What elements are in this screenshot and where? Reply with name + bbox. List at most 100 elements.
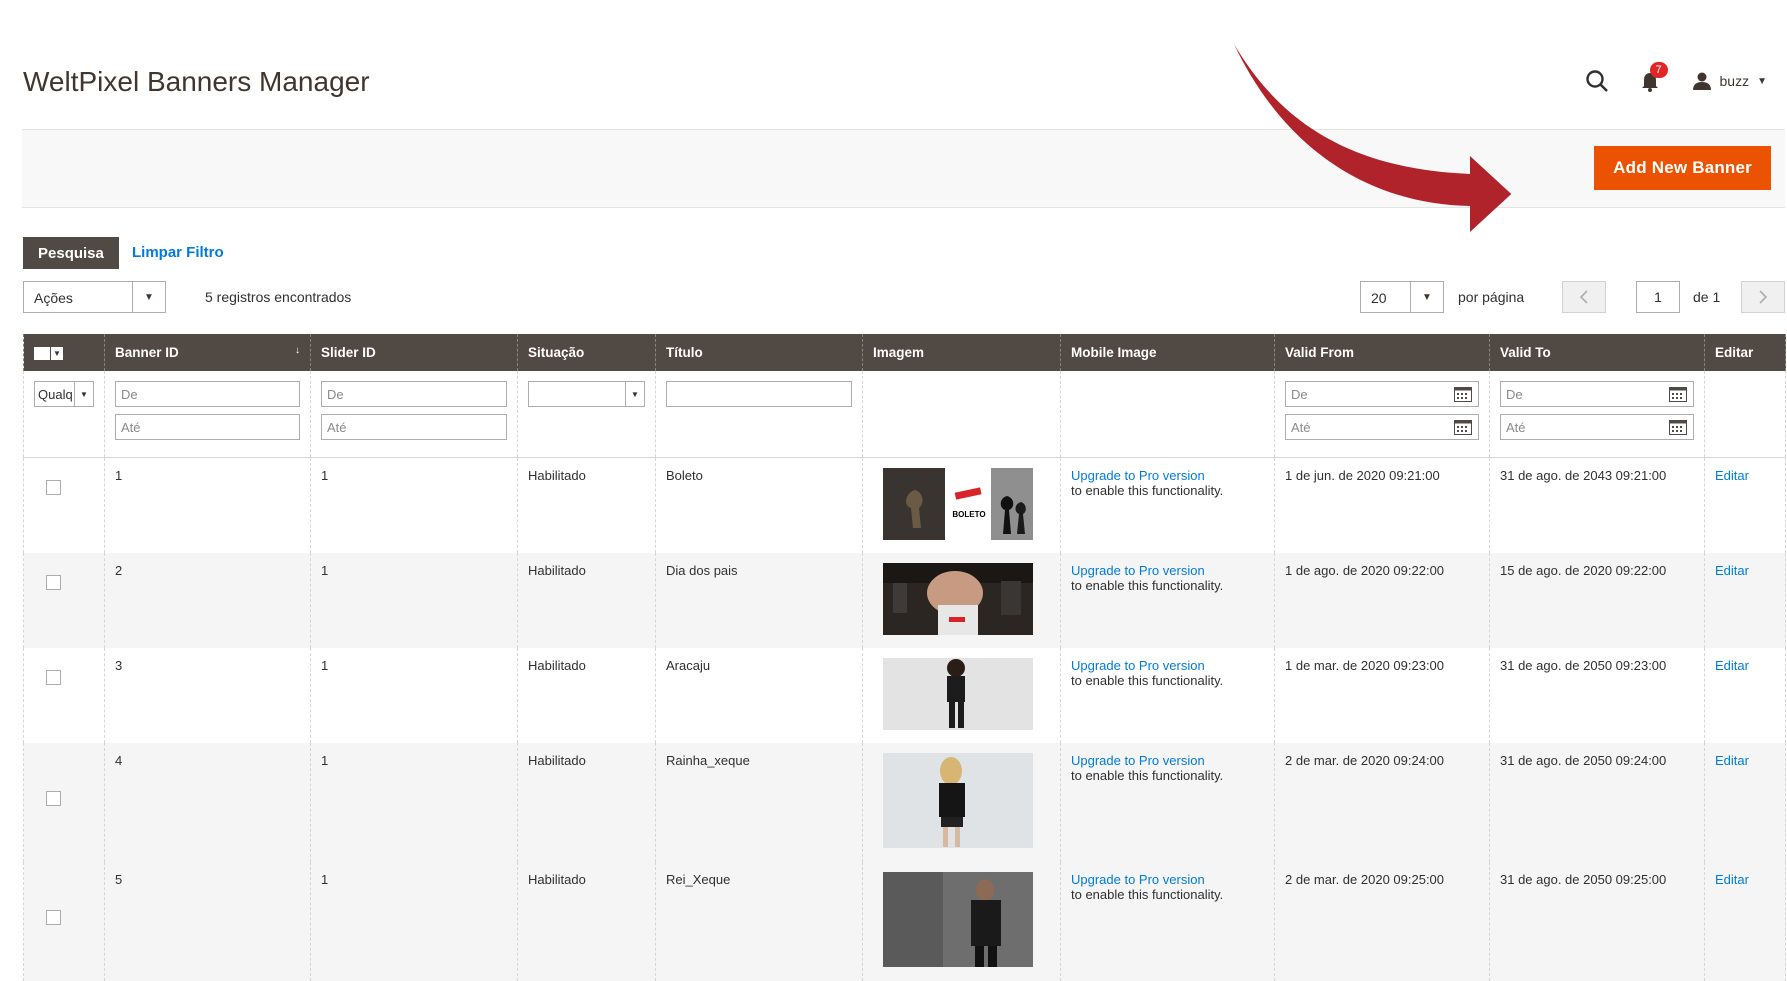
column-banner-id[interactable]: Banner ID ↓: [104, 334, 311, 371]
upgrade-pro-link[interactable]: Upgrade to Pro version: [1071, 872, 1205, 887]
page-title: WeltPixel Banners Manager: [23, 66, 370, 97]
valid-to-start-input[interactable]: De: [1500, 381, 1694, 407]
notifications-button[interactable]: 7: [1638, 62, 1668, 94]
chevron-down-icon[interactable]: ▼: [50, 346, 63, 360]
table-row[interactable]: 5 1 Habilitado Rei_Xeque Upgrade to Pro …: [23, 861, 1786, 981]
title-filter-input[interactable]: [666, 381, 852, 407]
valid-from-start-input[interactable]: De: [1285, 381, 1479, 407]
add-new-banner-button[interactable]: Add New Banner: [1594, 146, 1771, 190]
cell-title: Aracaju: [655, 647, 863, 743]
upgrade-pro-link[interactable]: Upgrade to Pro version: [1071, 753, 1205, 768]
clear-filter-link[interactable]: Limpar Filtro: [132, 244, 224, 261]
cell-banner-id: 1: [104, 457, 311, 553]
user-icon: [1692, 72, 1711, 90]
column-mobile-image: Mobile Image: [1060, 334, 1275, 371]
filter-row: Qualq ▼ De Até De Até ▼ De Até De Até: [23, 371, 1786, 458]
chevron-down-icon: ▼: [74, 382, 93, 406]
search-button[interactable]: Pesquisa: [23, 237, 119, 269]
user-menu[interactable]: buzz ▼: [1692, 71, 1767, 91]
previous-page-button[interactable]: [1562, 281, 1606, 313]
table-row[interactable]: 2 1 Habilitado Dia dos pais Upgrade to P…: [23, 552, 1786, 648]
column-title[interactable]: Título: [655, 334, 863, 371]
upgrade-text: to enable this functionality.: [1071, 672, 1224, 688]
banner-id-to-input[interactable]: Até: [115, 414, 300, 440]
valid-to-end-input[interactable]: Até: [1500, 414, 1694, 440]
sort-arrow-icon: ↓: [295, 345, 300, 356]
table-row[interactable]: 4 1 Habilitado Rainha_xeque Upgrade to P…: [23, 742, 1786, 862]
massaction-filter-value: Qualq: [38, 387, 73, 402]
slider-id-to-input[interactable]: Até: [321, 414, 507, 440]
upgrade-pro-link[interactable]: Upgrade to Pro version: [1071, 563, 1205, 578]
page-number-input[interactable]: 1: [1636, 281, 1680, 313]
next-page-button[interactable]: [1741, 281, 1785, 313]
row-checkbox[interactable]: [46, 909, 61, 925]
chess-boleto-image: BOLETO: [883, 468, 1033, 540]
edit-link[interactable]: Editar: [1715, 753, 1749, 768]
cell-slider-id: 1: [310, 647, 518, 743]
valid-from-end-input[interactable]: Até: [1285, 414, 1479, 440]
red-arrow-annotation: [1234, 44, 1512, 232]
chevron-down-icon: ▼: [132, 282, 165, 312]
cell-banner-id: 3: [104, 647, 311, 743]
column-status[interactable]: Situação: [517, 334, 656, 371]
calendar-icon[interactable]: [1669, 386, 1687, 402]
calendar-icon[interactable]: [1669, 419, 1687, 435]
column-valid-from[interactable]: Valid From: [1274, 334, 1490, 371]
woman-standing-image: [883, 657, 1033, 730]
calendar-icon[interactable]: [1454, 386, 1472, 402]
upgrade-pro-link[interactable]: Upgrade to Pro version: [1071, 658, 1205, 673]
cell-banner-id: 2: [104, 552, 311, 648]
cell-valid-from: 1 de ago. de 2020 09:22:00: [1274, 552, 1490, 648]
column-label: Banner ID: [115, 345, 179, 360]
row-checkbox[interactable]: [46, 480, 61, 495]
cell-valid-from: 1 de jun. de 2020 09:21:00: [1274, 457, 1490, 553]
row-checkbox[interactable]: [46, 574, 61, 590]
table-row[interactable]: 3 1 Habilitado Aracaju Upgrade to Pro ve…: [23, 647, 1786, 743]
cell-valid-from: 2 de mar. de 2020 09:24:00: [1274, 742, 1490, 862]
column-valid-to[interactable]: Valid To: [1489, 334, 1705, 371]
cell-valid-to: 31 de ago. de 2050 09:24:00: [1489, 742, 1705, 862]
mass-actions-select[interactable]: Ações ▼: [23, 281, 166, 313]
notification-count-badge: 7: [1649, 62, 1668, 78]
mass-select-header[interactable]: ▼: [23, 334, 105, 371]
search-icon[interactable]: [1584, 68, 1610, 94]
slider-id-from-input[interactable]: De: [321, 381, 507, 407]
cell-slider-id: 1: [310, 552, 518, 648]
chevron-down-icon: ▼: [1410, 282, 1443, 312]
edit-link[interactable]: Editar: [1715, 468, 1749, 483]
cell-status: Habilitado: [517, 861, 656, 981]
upgrade-text: to enable this functionality.: [1071, 577, 1224, 593]
cell-title: Rei_Xeque: [655, 861, 863, 981]
user-name: buzz: [1719, 73, 1750, 89]
status-filter-select[interactable]: ▼: [528, 381, 645, 407]
per-page-value: 20: [1371, 290, 1387, 306]
row-checkbox[interactable]: [46, 669, 61, 685]
father-son-image: [883, 562, 1033, 635]
header-actions: 7 buzz ▼: [1584, 62, 1767, 96]
edit-link[interactable]: Editar: [1715, 872, 1749, 887]
chevron-down-icon: ▼: [1757, 75, 1767, 87]
calendar-icon[interactable]: [1454, 419, 1472, 435]
banners-grid: ▼ Banner ID ↓ Slider ID Situação Título I…: [23, 334, 1786, 981]
records-found: 5 registros encontrados: [205, 289, 352, 305]
cell-banner-id: 5: [104, 861, 311, 981]
select-all-checkbox[interactable]: [34, 346, 50, 360]
grid-header-row: ▼ Banner ID ↓ Slider ID Situação Título I…: [23, 334, 1786, 371]
row-checkbox[interactable]: [46, 790, 61, 806]
upgrade-pro-link[interactable]: Upgrade to Pro version: [1071, 468, 1205, 483]
cell-title: Rainha_xeque: [655, 742, 863, 862]
cell-valid-to: 31 de ago. de 2043 09:21:00: [1489, 457, 1705, 553]
svg-text:BOLETO: BOLETO: [952, 510, 985, 519]
cell-valid-from: 1 de mar. de 2020 09:23:00: [1274, 647, 1490, 743]
edit-link[interactable]: Editar: [1715, 563, 1749, 578]
cell-title: Boleto: [655, 457, 863, 553]
actions-value: Ações: [34, 290, 73, 306]
column-slider-id[interactable]: Slider ID: [310, 334, 518, 371]
table-row[interactable]: 1 1 Habilitado Boleto BOLETO Upgrade to …: [23, 457, 1786, 553]
massaction-filter-select[interactable]: Qualq ▼: [34, 381, 94, 407]
banner-id-from-input[interactable]: De: [115, 381, 300, 407]
cell-valid-to: 31 de ago. de 2050 09:23:00: [1489, 647, 1705, 743]
per-page-select[interactable]: 20 ▼: [1360, 281, 1444, 313]
edit-link[interactable]: Editar: [1715, 658, 1749, 673]
placeholder: De: [1506, 387, 1523, 402]
